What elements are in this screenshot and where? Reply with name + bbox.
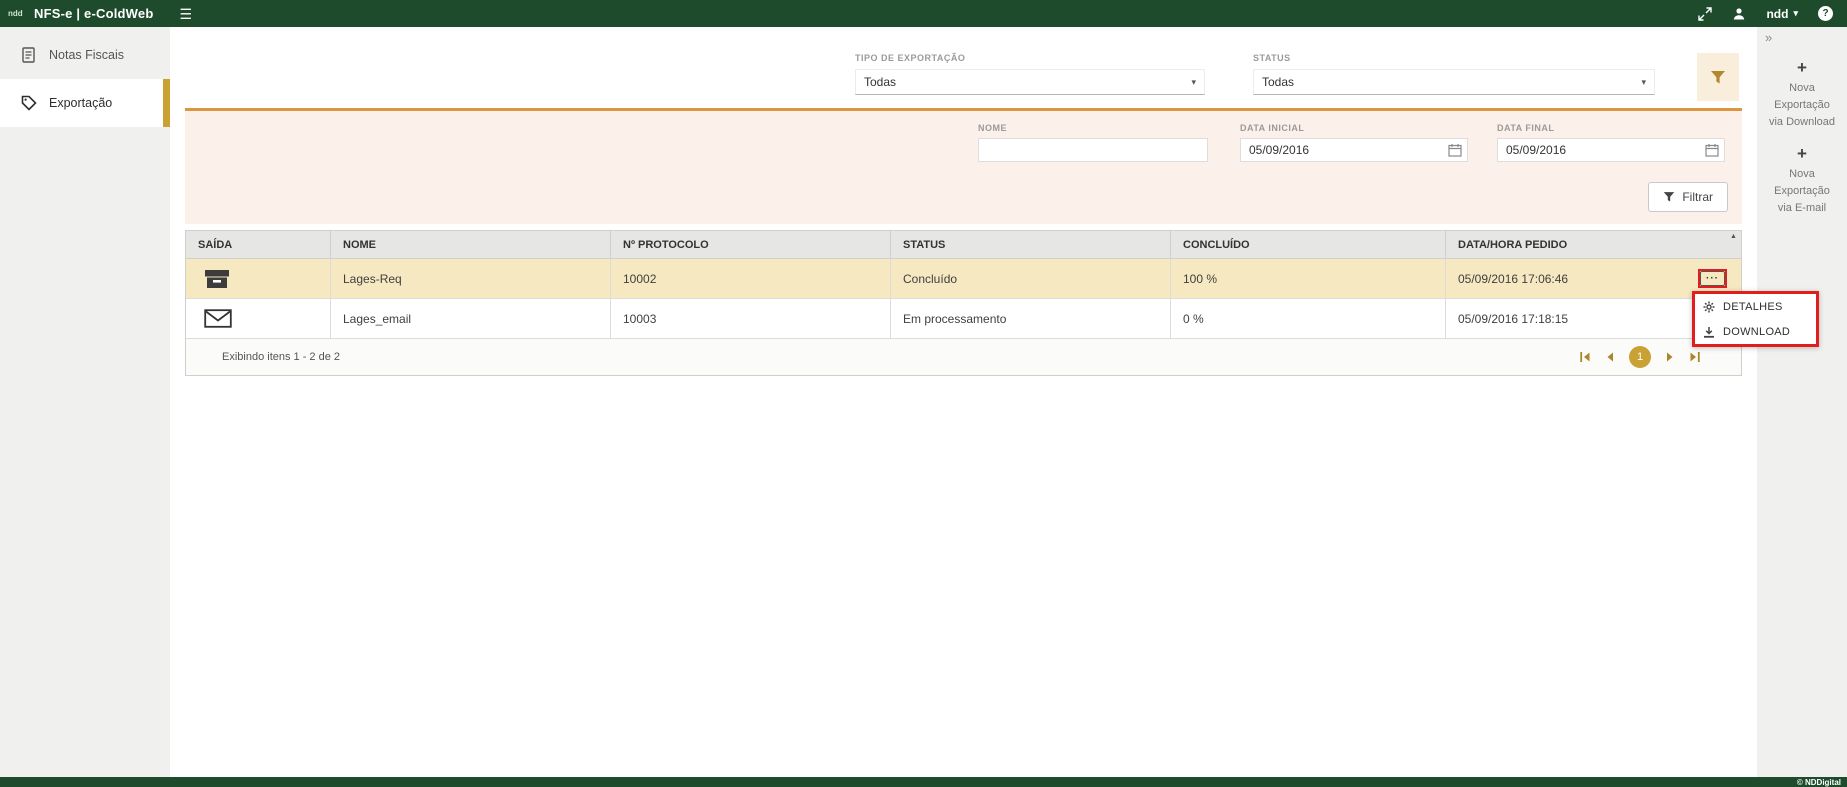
data-final-label: DATA FINAL <box>1497 123 1725 133</box>
table-header-row: SAÍDA NOME Nº PROTOCOLO STATUS CONCLUÍDO… <box>186 231 1741 259</box>
previous-page-button[interactable] <box>1604 351 1616 363</box>
saida-cell <box>186 299 331 338</box>
nome-cell: Lages_email <box>331 299 611 338</box>
document-icon <box>20 47 37 63</box>
app-root: ndd NFS-e | e-ColdWeb ☰ ndd ▾ ? Notas Fi <box>0 0 1847 787</box>
filtrar-label: Filtrar <box>1682 190 1713 204</box>
action-label: Nova Exportação via E-mail <box>1766 166 1838 217</box>
download-icon <box>1702 326 1715 338</box>
column-header-data-hora[interactable]: DATA/HORA PEDIDO <box>1446 231 1741 258</box>
first-page-button[interactable] <box>1579 351 1591 363</box>
nome-field: NOME <box>978 123 1208 162</box>
user-icon[interactable] <box>1732 7 1746 21</box>
tipo-exportacao-field: TIPO DE EXPORTAÇÃO Todas ▾ <box>855 53 1205 95</box>
filtrar-button[interactable]: Filtrar <box>1648 182 1728 212</box>
scroll-up-icon[interactable]: ▲ <box>1730 233 1737 240</box>
funnel-icon <box>1663 191 1675 203</box>
action-label: Nova Exportação via Download <box>1766 80 1838 131</box>
menu-item-label: DETALHES <box>1723 301 1783 313</box>
status-label: STATUS <box>1253 53 1655 63</box>
tipo-exportacao-label: TIPO DE EXPORTAÇÃO <box>855 53 1205 63</box>
gear-icon <box>1702 301 1715 313</box>
main-content: TIPO DE EXPORTAÇÃO Todas ▾ STATUS Todas … <box>170 27 1757 777</box>
concluido-cell: 0 % <box>1171 299 1446 338</box>
status-cell: Concluído <box>891 259 1171 298</box>
data-inicial-input[interactable] <box>1240 138 1468 162</box>
protocolo-cell: 10002 <box>611 259 891 298</box>
data-final-field: DATA FINAL <box>1497 123 1725 162</box>
user-menu[interactable]: ndd ▾ <box>1766 7 1798 21</box>
status-cell: Em processamento <box>891 299 1171 338</box>
column-header-saida[interactable]: SAÍDA <box>186 231 331 258</box>
new-export-email-button[interactable]: + Nova Exportação via E-mail <box>1757 145 1847 217</box>
user-name: ndd <box>1766 7 1788 21</box>
filter-toggle-button[interactable] <box>1697 53 1739 101</box>
column-header-protocolo[interactable]: Nº PROTOCOLO <box>611 231 891 258</box>
tipo-exportacao-select[interactable]: Todas ▾ <box>855 69 1205 95</box>
select-value: Todas <box>1262 75 1294 89</box>
last-page-button[interactable] <box>1689 351 1701 363</box>
help-glyph: ? <box>1822 8 1828 19</box>
row-actions-button[interactable]: ··· <box>1700 271 1725 286</box>
row-context-menu: DETALHES DOWNLOAD <box>1692 291 1819 347</box>
sidebar-item-notas-fiscais[interactable]: Notas Fiscais <box>0 31 170 79</box>
app-logo: ndd <box>8 10 30 18</box>
new-export-download-button[interactable]: + Nova Exportação via Download <box>1757 59 1847 131</box>
status-select[interactable]: Todas ▾ <box>1253 69 1655 95</box>
menu-item-label: DOWNLOAD <box>1723 326 1790 338</box>
status-field: STATUS Todas ▾ <box>1253 53 1655 95</box>
plus-icon: + <box>1797 145 1807 162</box>
collapse-panel-icon[interactable]: » <box>1765 30 1772 45</box>
menu-item-detalhes[interactable]: DETALHES <box>1695 294 1816 319</box>
protocolo-cell: 10003 <box>611 299 891 338</box>
data-final-input[interactable] <box>1497 138 1725 162</box>
help-icon[interactable]: ? <box>1818 6 1833 21</box>
annotation-box-row-actions: ··· <box>1698 269 1727 288</box>
table-row[interactable]: Lages-Req 10002 Concluído 100 % 05/09/20… <box>186 259 1741 299</box>
page-1-button[interactable]: 1 <box>1629 346 1651 368</box>
chevron-down-icon: ▾ <box>1793 9 1798 18</box>
chevron-down-icon: ▾ <box>1641 77 1646 88</box>
next-page-button[interactable] <box>1664 351 1676 363</box>
app-title: NFS-e | e-ColdWeb <box>34 6 153 21</box>
funnel-icon <box>1710 70 1726 85</box>
archive-icon <box>204 269 230 289</box>
pagination: 1 <box>1579 346 1701 368</box>
column-header-concluido[interactable]: CONCLUÍDO <box>1171 231 1446 258</box>
concluido-cell: 100 % <box>1171 259 1446 298</box>
menu-item-download[interactable]: DOWNLOAD <box>1695 319 1816 344</box>
nome-input[interactable] <box>978 138 1208 162</box>
sidebar-item-exportacao[interactable]: Exportação <box>0 79 170 127</box>
topbar: ndd NFS-e | e-ColdWeb ☰ ndd ▾ ? <box>0 0 1847 27</box>
export-table: SAÍDA NOME Nº PROTOCOLO STATUS CONCLUÍDO… <box>185 230 1742 376</box>
right-panel: » + Nova Exportação via Download + Nova … <box>1757 27 1847 777</box>
copyright-text: © NDDigital <box>1797 778 1841 787</box>
column-header-nome[interactable]: NOME <box>331 231 611 258</box>
envelope-icon <box>204 309 232 328</box>
data-inicial-field: DATA INICIAL <box>1240 123 1468 162</box>
sidebar: Notas Fiscais Exportação <box>0 27 170 777</box>
nome-label: NOME <box>978 123 1208 133</box>
plus-icon: + <box>1797 59 1807 76</box>
select-value: Todas <box>864 75 896 89</box>
tag-icon <box>20 95 37 111</box>
table-footer: Exibindo itens 1 - 2 de 2 1 <box>186 339 1741 375</box>
topbar-right: ndd ▾ ? <box>1698 6 1847 21</box>
filter-panel: NOME DATA INICIAL DATA FINAL <box>185 111 1742 224</box>
data-inicial-label: DATA INICIAL <box>1240 123 1468 133</box>
paging-info: Exibindo itens 1 - 2 de 2 <box>222 351 340 363</box>
hamburger-menu-icon[interactable]: ☰ <box>179 7 192 21</box>
table-row[interactable]: Lages_email 10003 Em processamento 0 % 0… <box>186 299 1741 339</box>
chevron-down-icon: ▾ <box>1191 77 1196 88</box>
sidebar-item-label: Exportação <box>49 96 112 110</box>
saida-cell <box>186 259 331 298</box>
statusbar: © NDDigital <box>0 777 1847 787</box>
fullscreen-icon[interactable] <box>1698 7 1712 21</box>
column-header-status[interactable]: STATUS <box>891 231 1171 258</box>
nome-cell: Lages-Req <box>331 259 611 298</box>
sidebar-item-label: Notas Fiscais <box>49 48 124 62</box>
